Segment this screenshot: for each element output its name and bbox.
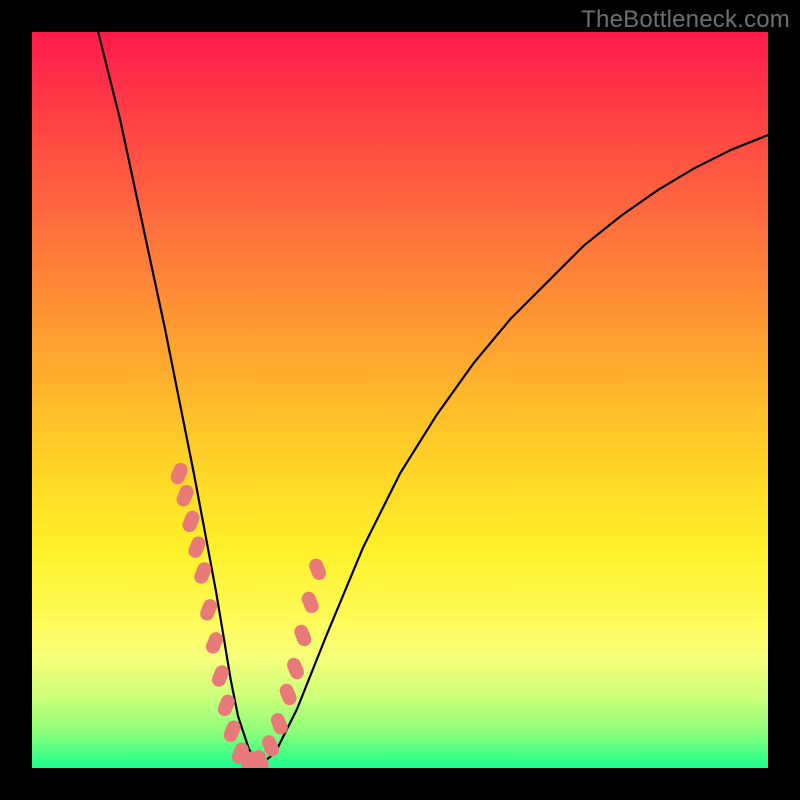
- curve-marker: [180, 509, 201, 535]
- curve-marker: [292, 623, 313, 649]
- bottleneck-curve-path: [98, 32, 768, 764]
- curve-marker: [300, 590, 321, 616]
- curve-marker: [285, 656, 306, 682]
- curve-group: [98, 32, 768, 764]
- bottleneck-curve-svg: [32, 32, 768, 768]
- plot-area: [32, 32, 768, 768]
- curve-marker: [307, 556, 328, 582]
- curve-marker: [253, 754, 267, 768]
- curve-marker: [225, 724, 239, 738]
- watermark-text: TheBottleneck.com: [581, 6, 790, 34]
- curve-marker: [277, 682, 298, 708]
- curve-marker: [169, 461, 190, 487]
- curve-marker: [198, 597, 219, 623]
- marker-group: [169, 461, 329, 768]
- outer-frame: TheBottleneck.com: [0, 0, 800, 800]
- curve-marker: [174, 483, 195, 509]
- curve-marker: [269, 711, 290, 737]
- curve-marker: [186, 534, 207, 560]
- curve-marker: [204, 630, 225, 656]
